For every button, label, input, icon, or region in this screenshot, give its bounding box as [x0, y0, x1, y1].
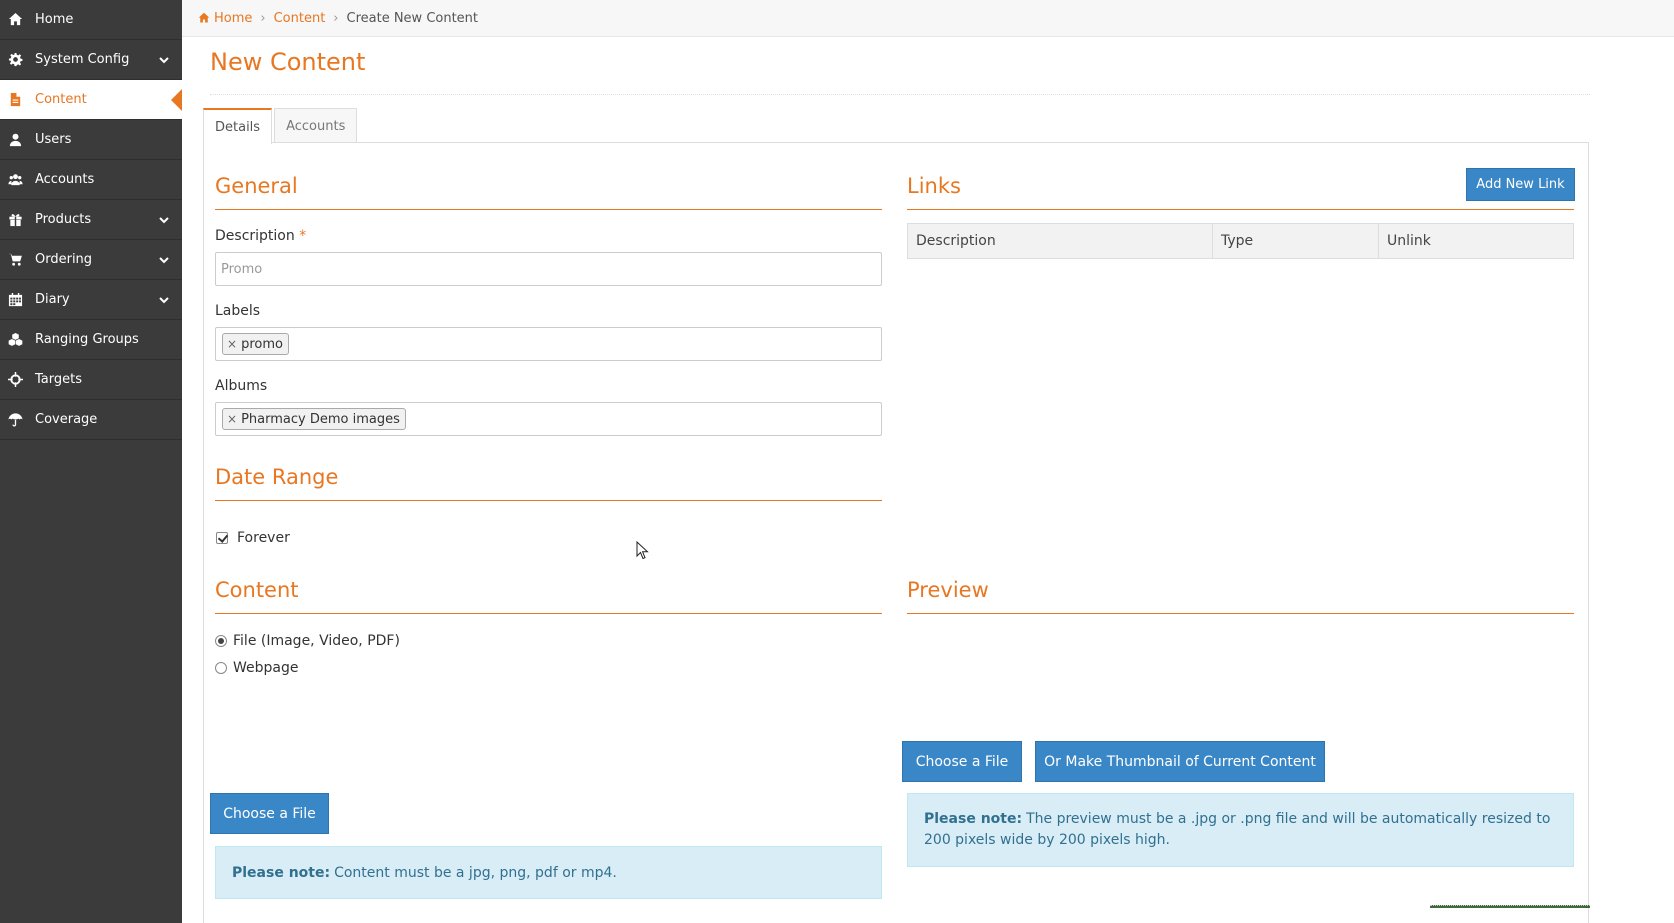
chevron-down-icon[interactable]	[158, 214, 170, 226]
preview-choose-file-button[interactable]: Choose a File	[902, 741, 1022, 782]
breadcrumb-home-link[interactable]: Home	[214, 11, 252, 26]
cubes-icon	[7, 332, 23, 348]
breadcrumb-separator: ›	[260, 10, 266, 26]
content-note-strong: Please note:	[232, 864, 331, 881]
links-col-type[interactable]: Type	[1213, 224, 1379, 258]
content-note-text: Content must be a jpg, png, pdf or mp4.	[334, 864, 617, 881]
albums-tag-input[interactable]: × Pharmacy Demo images	[215, 402, 882, 436]
sidebar-item-products[interactable]: Products	[0, 200, 182, 240]
content-option-webpage[interactable]: Webpage	[215, 660, 299, 676]
sidebar-item-diary[interactable]: Diary	[0, 280, 182, 320]
file-radio[interactable]	[215, 635, 227, 647]
forever-checkbox[interactable]	[216, 532, 228, 544]
content-note: Please note: Content must be a jpg, png, …	[215, 846, 882, 899]
file-radio-label: File (Image, Video, PDF)	[233, 633, 400, 649]
sidebar-item-label: Products	[35, 212, 92, 227]
album-tag: × Pharmacy Demo images	[222, 408, 406, 430]
albums-label: Albums	[215, 378, 268, 394]
forever-label: Forever	[237, 530, 290, 546]
sidebar-item-targets[interactable]: Targets	[0, 360, 182, 400]
chevron-down-icon[interactable]	[158, 294, 170, 306]
remove-tag-icon[interactable]: ×	[227, 337, 237, 351]
content-divider	[215, 613, 882, 614]
breadcrumb-separator: ›	[333, 10, 339, 26]
page-title: New Content	[210, 48, 366, 76]
preview-heading: Preview	[907, 578, 989, 602]
chevron-down-icon[interactable]	[158, 54, 170, 66]
content-heading: Content	[215, 578, 299, 602]
umbrella-icon	[7, 412, 23, 428]
date-range-divider	[215, 500, 882, 501]
file-icon	[7, 92, 23, 108]
sidebar-item-users[interactable]: Users	[0, 120, 182, 160]
tab-details[interactable]: Details	[203, 108, 273, 144]
remove-tag-icon[interactable]: ×	[227, 412, 237, 426]
sidebar-item-label: Accounts	[35, 172, 95, 187]
description-input[interactable]	[215, 252, 882, 286]
sidebar-item-label: Content	[35, 92, 87, 107]
tab-bar: Details Accounts	[203, 108, 359, 144]
calendar-icon	[7, 292, 23, 308]
sidebar-item-system-config[interactable]: System Config	[0, 40, 182, 80]
tag-label: Pharmacy Demo images	[241, 411, 400, 427]
content-option-file[interactable]: File (Image, Video, PDF)	[215, 633, 400, 649]
links-heading: Links	[907, 174, 961, 198]
mouse-cursor-icon	[636, 541, 649, 560]
cart-icon	[7, 252, 23, 268]
links-divider	[907, 209, 1574, 210]
title-divider	[210, 94, 1590, 95]
links-col-unlink[interactable]: Unlink	[1379, 224, 1573, 258]
sidebar-item-ordering[interactable]: Ordering	[0, 240, 182, 280]
general-divider	[215, 209, 882, 210]
description-label-text: Description	[215, 228, 295, 244]
sidebar-item-content[interactable]: Content	[0, 80, 182, 120]
crosshairs-icon	[7, 372, 23, 388]
sidebar-item-accounts[interactable]: Accounts	[0, 160, 182, 200]
labels-tag-input[interactable]: × promo	[215, 327, 882, 361]
sidebar-item-label: System Config	[35, 52, 130, 67]
sidebar-item-home[interactable]: Home	[0, 0, 182, 40]
sidebar-item-label: Diary	[35, 292, 70, 307]
preview-note-body: Please note: The preview must be a .jpg o…	[924, 809, 1559, 851]
footer-edge	[1430, 905, 1590, 908]
content-choose-file-button[interactable]: Choose a File	[210, 793, 329, 834]
preview-note: Please note: The preview must be a .jpg o…	[907, 793, 1574, 867]
make-thumbnail-button[interactable]: Or Make Thumbnail of Current Content	[1035, 741, 1325, 782]
sidebar-item-label: Coverage	[35, 412, 98, 427]
sidebar-item-label: Home	[35, 12, 74, 27]
breadcrumb: Home › Content › Create New Content	[182, 0, 1674, 37]
breadcrumb-current: Create New Content	[346, 10, 479, 26]
tag-label: promo	[241, 336, 283, 352]
date-range-heading: Date Range	[215, 465, 339, 489]
webpage-radio-label: Webpage	[233, 660, 299, 676]
label-tag: × promo	[222, 333, 289, 355]
labels-label: Labels	[215, 303, 261, 319]
preview-divider	[907, 613, 1574, 614]
breadcrumb-content-link[interactable]: Content	[274, 11, 326, 26]
sidebar: Home System Config Content Users Account…	[0, 0, 182, 923]
preview-note-strong: Please note:	[924, 811, 1023, 827]
sidebar-item-ranging-groups[interactable]: Ranging Groups	[0, 320, 182, 360]
required-marker: *	[299, 228, 307, 244]
sidebar-item-coverage[interactable]: Coverage	[0, 400, 182, 440]
tab-accounts[interactable]: Accounts	[274, 108, 358, 143]
home-icon	[198, 12, 210, 23]
description-label: Description *	[215, 228, 306, 244]
sidebar-item-label: Users	[35, 132, 72, 147]
gear-icon	[7, 52, 23, 68]
forever-checkbox-row[interactable]: Forever	[216, 530, 290, 546]
links-col-description[interactable]: Description	[908, 224, 1213, 258]
user-icon	[7, 132, 23, 148]
sidebar-item-label: Ordering	[35, 252, 93, 267]
add-new-link-button[interactable]: Add New Link	[1466, 168, 1575, 201]
sidebar-item-label: Targets	[35, 372, 82, 387]
links-table-header: Description Type Unlink	[907, 223, 1574, 259]
general-heading: General	[215, 174, 298, 198]
gift-icon	[7, 212, 23, 228]
chevron-down-icon[interactable]	[158, 254, 170, 266]
users-icon	[7, 172, 23, 188]
sidebar-item-label: Ranging Groups	[35, 332, 139, 347]
home-icon	[7, 12, 23, 28]
webpage-radio[interactable]	[215, 662, 227, 674]
